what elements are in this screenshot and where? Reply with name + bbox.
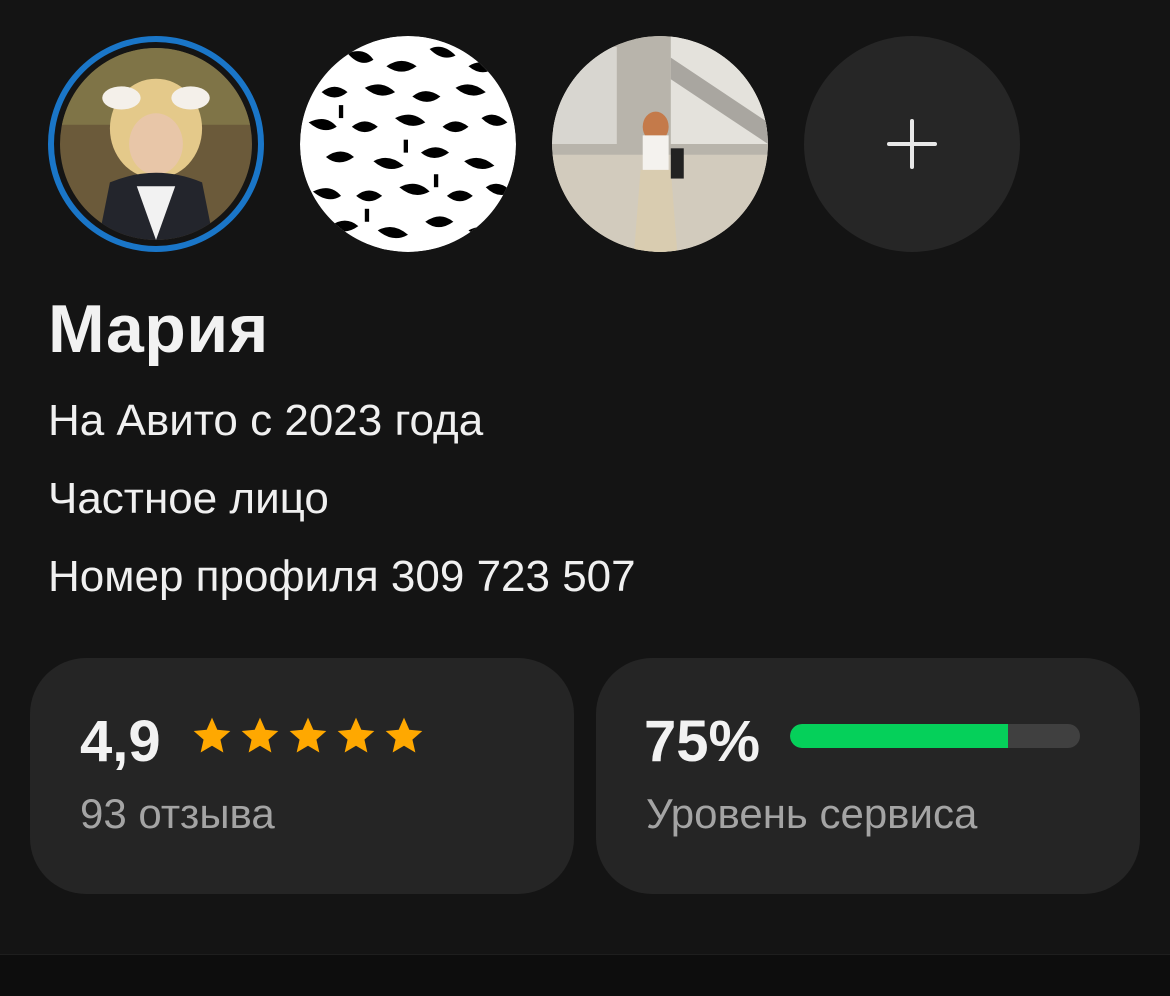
profile-number[interactable]: Номер профиля 309 723 507 (48, 552, 636, 602)
star-icon (337, 717, 375, 753)
service-level-label: Уровень сервиса (646, 790, 978, 837)
rating-stars (190, 714, 426, 758)
profile-page: Мария На Авито с 2023 года Частное лицо … (0, 0, 1170, 996)
star-icon (385, 717, 423, 753)
story-avatar-2[interactable] (300, 36, 516, 252)
star-icon (193, 717, 231, 753)
street-photo (552, 36, 768, 252)
story-avatar-3[interactable] (552, 36, 768, 252)
pattern-image (300, 36, 516, 252)
story-avatar-1[interactable] (48, 36, 264, 252)
profile-name: Мария (48, 291, 269, 367)
service-level-value: 75% (644, 709, 761, 774)
rating-value: 4,9 (80, 709, 161, 774)
profile-photo (60, 48, 252, 240)
seller-type: Частное лицо (48, 474, 329, 523)
star-icon (241, 717, 279, 753)
bottom-bar (0, 954, 1170, 996)
plus-icon (887, 119, 937, 169)
service-level-card[interactable]: 75% Уровень сервиса (596, 658, 1140, 894)
add-story-button[interactable] (804, 36, 1020, 252)
stories-row (48, 36, 1020, 252)
star-icon (289, 717, 327, 753)
service-level-bar (790, 724, 1080, 748)
member-since: На Авито с 2023 года (48, 396, 484, 445)
reviews-count: 93 отзыва (80, 790, 275, 837)
service-level-fill (790, 724, 1008, 748)
rating-card[interactable]: 4,9 93 отзыва (30, 658, 574, 894)
